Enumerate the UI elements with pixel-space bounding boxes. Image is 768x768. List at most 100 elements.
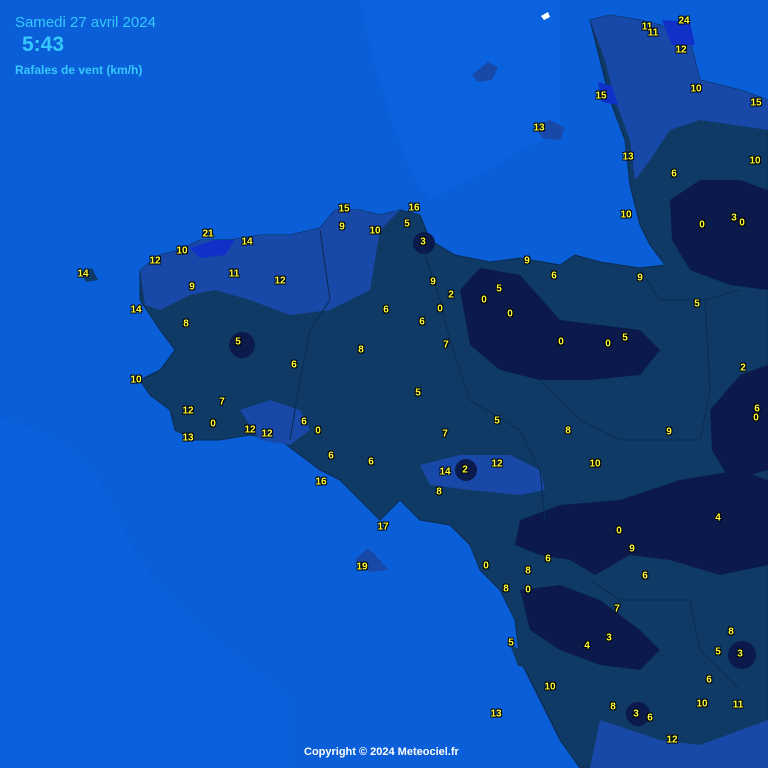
- wind-value-label: 12: [261, 428, 273, 440]
- wind-value-label: 6: [328, 450, 334, 462]
- wind-value-label: 14: [241, 236, 253, 248]
- wind-value-label: 16: [315, 476, 327, 488]
- wind-value-label: 10: [176, 245, 188, 257]
- wind-value-label: 13: [490, 708, 502, 720]
- wind-value-label: 6: [647, 712, 653, 724]
- wind-value-label: 8: [728, 626, 734, 638]
- wind-value-label: 0: [525, 584, 531, 596]
- copyright-notice: Copyright © 2024 Meteociel.fr: [304, 746, 459, 758]
- wind-value-label: 15: [338, 203, 350, 215]
- wind-value-label: 0: [315, 425, 321, 437]
- wind-value-label: 0: [753, 412, 759, 424]
- wind-value-label: 8: [565, 425, 571, 437]
- wind-value-label: 10: [620, 209, 632, 221]
- wind-value-label: 0: [616, 525, 622, 537]
- wind-value-label: 7: [219, 396, 225, 408]
- wind-value-label: 0: [605, 338, 611, 350]
- map-variable-title: Rafales de vent (km/h): [15, 63, 143, 77]
- wind-value-label: 12: [666, 734, 678, 746]
- map-date: Samedi 27 avril 2024: [15, 14, 156, 31]
- calm-zone-small: [229, 332, 255, 358]
- wind-value-label: 7: [443, 339, 449, 351]
- map-time: 5:43: [22, 33, 65, 56]
- wind-value-label: 9: [524, 255, 530, 267]
- wind-value-label: 0: [699, 219, 705, 231]
- wind-value-label: 10: [749, 155, 761, 167]
- wind-value-label: 7: [614, 603, 620, 615]
- wind-value-label: 0: [210, 418, 216, 430]
- wind-value-label: 19: [356, 561, 368, 573]
- wind-value-label: 15: [595, 90, 607, 102]
- wind-value-label: 10: [589, 458, 601, 470]
- wind-value-label: 11: [647, 27, 659, 39]
- wind-value-label: 6: [545, 553, 551, 565]
- wind-value-label: 0: [483, 560, 489, 572]
- wind-value-label: 3: [606, 632, 612, 644]
- wind-value-label: 12: [274, 275, 286, 287]
- wind-value-label: 2: [740, 362, 746, 374]
- wind-value-label: 14: [439, 466, 451, 478]
- wind-value-label: 13: [533, 122, 545, 134]
- wind-value-label: 12: [244, 424, 256, 436]
- wind-value-label: 10: [369, 225, 381, 237]
- wind-value-label: 9: [189, 281, 195, 293]
- wind-value-label: 10: [696, 698, 708, 710]
- wind-value-label: 9: [629, 543, 635, 555]
- wind-value-label: 5: [496, 283, 502, 295]
- wind-value-label: 0: [558, 336, 564, 348]
- wind-value-label: 10: [544, 681, 556, 693]
- wind-value-label: 5: [494, 415, 500, 427]
- wind-value-label: 5: [404, 218, 410, 230]
- wind-value-label: 11: [228, 268, 240, 280]
- wind-value-label: 0: [507, 308, 513, 320]
- wind-value-label: 6: [642, 570, 648, 582]
- wind-value-label: 14: [77, 268, 89, 280]
- wind-value-label: 3: [633, 708, 639, 720]
- wind-gust-map: [0, 0, 768, 768]
- wind-value-label: 24: [678, 15, 690, 27]
- wind-value-label: 12: [491, 458, 503, 470]
- wind-value-label: 9: [637, 272, 643, 284]
- wind-value-label: 16: [408, 202, 420, 214]
- wind-value-label: 4: [584, 640, 590, 652]
- wind-value-label: 6: [419, 316, 425, 328]
- wind-value-label: 4: [715, 512, 721, 524]
- wind-value-label: 12: [675, 44, 687, 56]
- wind-value-label: 2: [462, 464, 468, 476]
- wind-value-label: 8: [183, 318, 189, 330]
- wind-value-label: 6: [368, 456, 374, 468]
- wind-value-label: 2: [448, 289, 454, 301]
- wind-value-label: 5: [415, 387, 421, 399]
- wind-value-label: 13: [182, 432, 194, 444]
- wind-value-label: 5: [508, 637, 514, 649]
- wind-value-label: 9: [339, 221, 345, 233]
- wind-value-label: 3: [731, 212, 737, 224]
- wind-value-label: 6: [671, 168, 677, 180]
- wind-value-label: 6: [291, 359, 297, 371]
- wind-value-label: 6: [551, 270, 557, 282]
- wind-value-label: 8: [525, 565, 531, 577]
- wind-value-label: 12: [182, 405, 194, 417]
- wind-value-label: 11: [732, 699, 744, 711]
- wind-value-label: 0: [437, 303, 443, 315]
- wind-value-label: 5: [622, 332, 628, 344]
- wind-value-label: 3: [737, 648, 743, 660]
- wind-value-label: 5: [694, 298, 700, 310]
- wind-value-label: 12: [149, 255, 161, 267]
- wind-value-label: 8: [503, 583, 509, 595]
- wind-value-label: 6: [383, 304, 389, 316]
- wind-value-label: 0: [481, 294, 487, 306]
- wind-value-label: 0: [739, 217, 745, 229]
- wind-value-label: 6: [706, 674, 712, 686]
- wind-value-label: 5: [715, 646, 721, 658]
- wind-value-label: 7: [442, 428, 448, 440]
- wind-value-label: 8: [358, 344, 364, 356]
- wind-value-label: 14: [130, 304, 142, 316]
- wind-value-label: 8: [610, 701, 616, 713]
- wind-value-label: 10: [690, 83, 702, 95]
- wind-value-label: 8: [436, 486, 442, 498]
- wind-value-label: 3: [420, 236, 426, 248]
- wind-value-label: 21: [202, 228, 214, 240]
- wind-value-label: 13: [622, 151, 634, 163]
- wind-value-label: 9: [666, 426, 672, 438]
